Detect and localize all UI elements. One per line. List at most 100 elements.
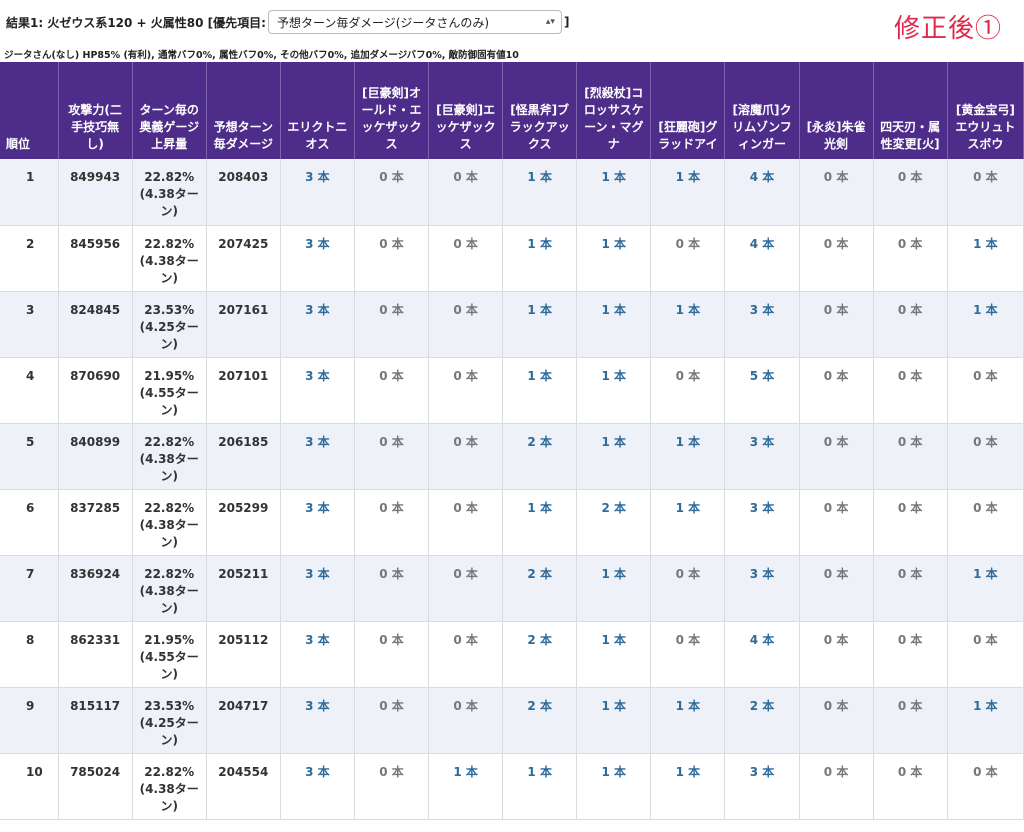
weapon-count-cell: 1 本 [650,687,726,754]
result-label-close: ] [563,15,570,29]
column-header[interactable]: [烈殺杖]コロッサスケーン・マグナ [576,62,652,159]
column-header[interactable]: [巨豪剣]オールド・エッケザックス [354,62,430,159]
column-header[interactable]: [永炎]朱雀光剣 [799,62,874,159]
table-row: 5 840899 22.82% (4.38ターン) 206185 3 本0 本0 本2 … [0,423,1024,490]
weapon-count-cell: 0 本 [354,489,430,556]
weapon-count-cell: 1 本 [947,225,1024,292]
gauge-cell: 22.82% (4.38ターン) [132,555,207,622]
weapon-count-cell: 3 本 [280,753,355,820]
gauge-cell: 22.82% (4.38ターン) [132,753,207,820]
weapon-count-cell: 1 本 [576,753,652,820]
weapon-count-cell: 0 本 [873,489,948,556]
table-row: 4 870690 21.95% (4.55ターン) 207101 3 本0 本0 本1 … [0,357,1024,424]
weapon-count-cell: 2 本 [576,489,652,556]
weapon-count-cell: 1 本 [576,357,652,424]
weapon-count-cell: 3 本 [280,621,355,688]
damage-cell: 204717 [206,687,281,754]
damage-cell: 205112 [206,621,281,688]
revision-title: 修正後① [893,14,1002,44]
weapon-count-cell: 0 本 [428,225,504,292]
column-header[interactable]: [黄金宝弓]エウリュトスボウ [947,62,1024,159]
column-header[interactable]: [狂麗砲]グラッドアイ [650,62,726,159]
gauge-cell: 23.53% (4.25ターン) [132,291,207,358]
weapon-count-cell: 0 本 [873,753,948,820]
weapon-count-cell: 0 本 [799,687,874,754]
result-header: 結果1: 火ゼウス系120 + 火属性80 [優先項目: 予想ターン毎ダメージ(… [6,9,569,35]
weapon-count-cell: 0 本 [873,621,948,688]
weapon-count-cell: 1 本 [502,489,578,556]
table-row: 7 836924 22.82% (4.38ターン) 205211 3 本0 本0 本2 … [0,555,1024,622]
rank-cell: 6 [0,489,59,556]
column-header[interactable]: 攻撃力(二手技巧無し) [58,62,133,159]
weapon-count-cell: 4 本 [724,159,800,226]
weapon-count-cell: 0 本 [799,423,874,490]
attack-cell: 845956 [58,225,133,292]
gauge-cell: 22.82% (4.38ターン) [132,159,207,226]
attack-cell: 824845 [58,291,133,358]
priority-select-value: 予想ターン毎ダメージ(ジータさんのみ) [276,15,490,30]
weapon-count-cell: 1 本 [576,555,652,622]
column-header[interactable]: 予想ターン毎ダメージ [206,62,281,159]
damage-cell: 207101 [206,357,281,424]
column-header[interactable]: 四天刃・属性変更[火] [873,62,948,159]
gauge-cell: 22.82% (4.38ターン) [132,489,207,556]
weapon-count-cell: 1 本 [576,225,652,292]
weapon-count-cell: 0 本 [650,225,726,292]
weapon-count-cell: 3 本 [724,555,800,622]
weapon-count-cell: 0 本 [799,489,874,556]
rank-cell: 9 [0,687,59,754]
column-header[interactable]: [巨豪剣]エッケザックス [428,62,504,159]
weapon-count-cell: 5 本 [724,357,800,424]
character-conditions: ジータさん(なし) HP85% (有利), 通常バフ0%, 属性バフ0%, その… [4,50,519,61]
attack-cell: 837285 [58,489,133,556]
column-header[interactable]: エリクトニオス [280,62,355,159]
weapon-count-cell: 1 本 [947,291,1024,358]
weapon-count-cell: 4 本 [724,225,800,292]
weapon-count-cell: 0 本 [799,357,874,424]
weapon-count-cell: 0 本 [354,291,430,358]
rank-cell: 7 [0,555,59,622]
rank-cell: 4 [0,357,59,424]
results-table: 順位 攻撃力(二手技巧無し) ターン毎の 奥義ゲージ上昇量 予想ターン毎ダメージ エリク… [0,62,1024,820]
weapon-count-cell: 1 本 [947,687,1024,754]
weapon-count-cell: 1 本 [502,753,578,820]
damage-cell: 205299 [206,489,281,556]
priority-select[interactable]: 予想ターン毎ダメージ(ジータさんのみ) ▴▾ [267,10,562,34]
weapon-count-cell: 0 本 [354,555,430,622]
weapon-count-cell: 0 本 [354,159,430,226]
weapon-count-cell: 1 本 [502,291,578,358]
column-header[interactable]: [溶魔爪]クリムゾンフィンガー [724,62,800,159]
weapon-count-cell: 0 本 [650,357,726,424]
weapon-count-cell: 2 本 [502,423,578,490]
weapon-count-cell: 0 本 [428,423,504,490]
table-row: 2 845956 22.82% (4.38ターン) 207425 3 本0 本0 本1 … [0,225,1024,292]
weapon-count-cell: 0 本 [428,489,504,556]
weapon-count-cell: 0 本 [947,357,1024,424]
weapon-count-cell: 0 本 [873,555,948,622]
column-header[interactable]: 順位 [0,62,59,159]
gauge-cell: 22.82% (4.38ターン) [132,225,207,292]
weapon-count-cell: 3 本 [724,753,800,820]
weapon-count-cell: 0 本 [873,687,948,754]
weapon-count-cell: 1 本 [576,423,652,490]
weapon-count-cell: 0 本 [947,753,1024,820]
weapon-count-cell: 0 本 [428,357,504,424]
weapon-count-cell: 3 本 [280,159,355,226]
column-header[interactable]: [怪黒斧]ブラックアックス [502,62,578,159]
weapon-count-cell: 0 本 [799,753,874,820]
weapon-count-cell: 0 本 [873,225,948,292]
attack-cell: 849943 [58,159,133,226]
rank-cell: 3 [0,291,59,358]
weapon-count-cell: 3 本 [280,225,355,292]
weapon-count-cell: 0 本 [354,753,430,820]
damage-cell: 207425 [206,225,281,292]
attack-cell: 836924 [58,555,133,622]
column-header[interactable]: ターン毎の 奥義ゲージ上昇量 [132,62,207,159]
weapon-count-cell: 0 本 [428,291,504,358]
weapon-count-cell: 1 本 [502,225,578,292]
weapon-count-cell: 0 本 [947,159,1024,226]
weapon-count-cell: 0 本 [947,489,1024,556]
weapon-count-cell: 1 本 [428,753,504,820]
table-row: 9 815117 23.53% (4.25ターン) 204717 3 本0 本0 本2 … [0,687,1024,754]
weapon-count-cell: 3 本 [280,423,355,490]
